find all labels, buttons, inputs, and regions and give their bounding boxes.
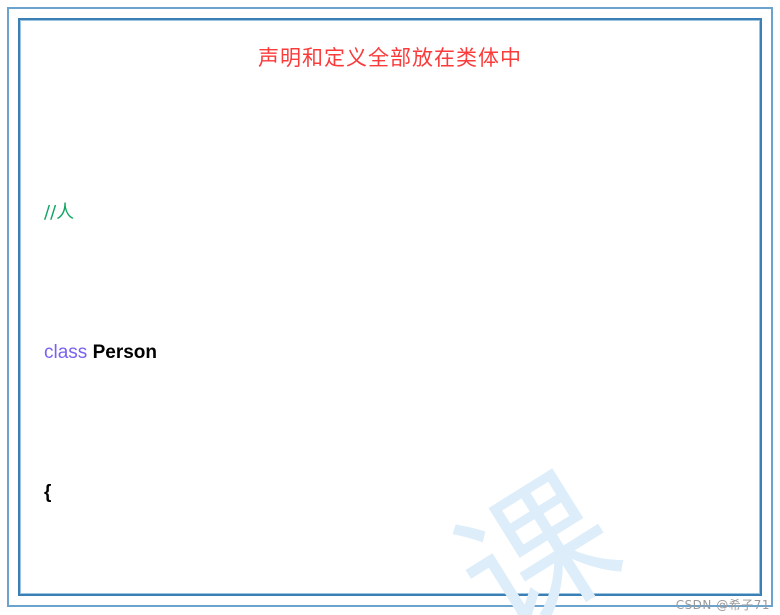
keyword-class: class bbox=[44, 342, 88, 363]
slide-content: 声明和定义全部放在类体中 //人 class Person { public: … bbox=[24, 24, 756, 590]
code-line-comment-person: //人 bbox=[44, 195, 756, 230]
class-name-person: Person bbox=[87, 342, 157, 363]
page-title: 声明和定义全部放在类体中 bbox=[258, 46, 522, 70]
code-line-class-decl: class Person bbox=[44, 335, 756, 370]
comment-person: //人 bbox=[44, 202, 75, 223]
code-block: //人 class Person { public: //显示基本信息 void… bbox=[24, 90, 756, 590]
footer-credit: CSDN @希子71 bbox=[675, 598, 770, 612]
slide-canvas: 课 声明和定义全部放在类体中 //人 class Person { public… bbox=[0, 0, 780, 615]
brace-open-class: { bbox=[44, 482, 52, 503]
code-line-class-open-brace: { bbox=[44, 475, 756, 510]
